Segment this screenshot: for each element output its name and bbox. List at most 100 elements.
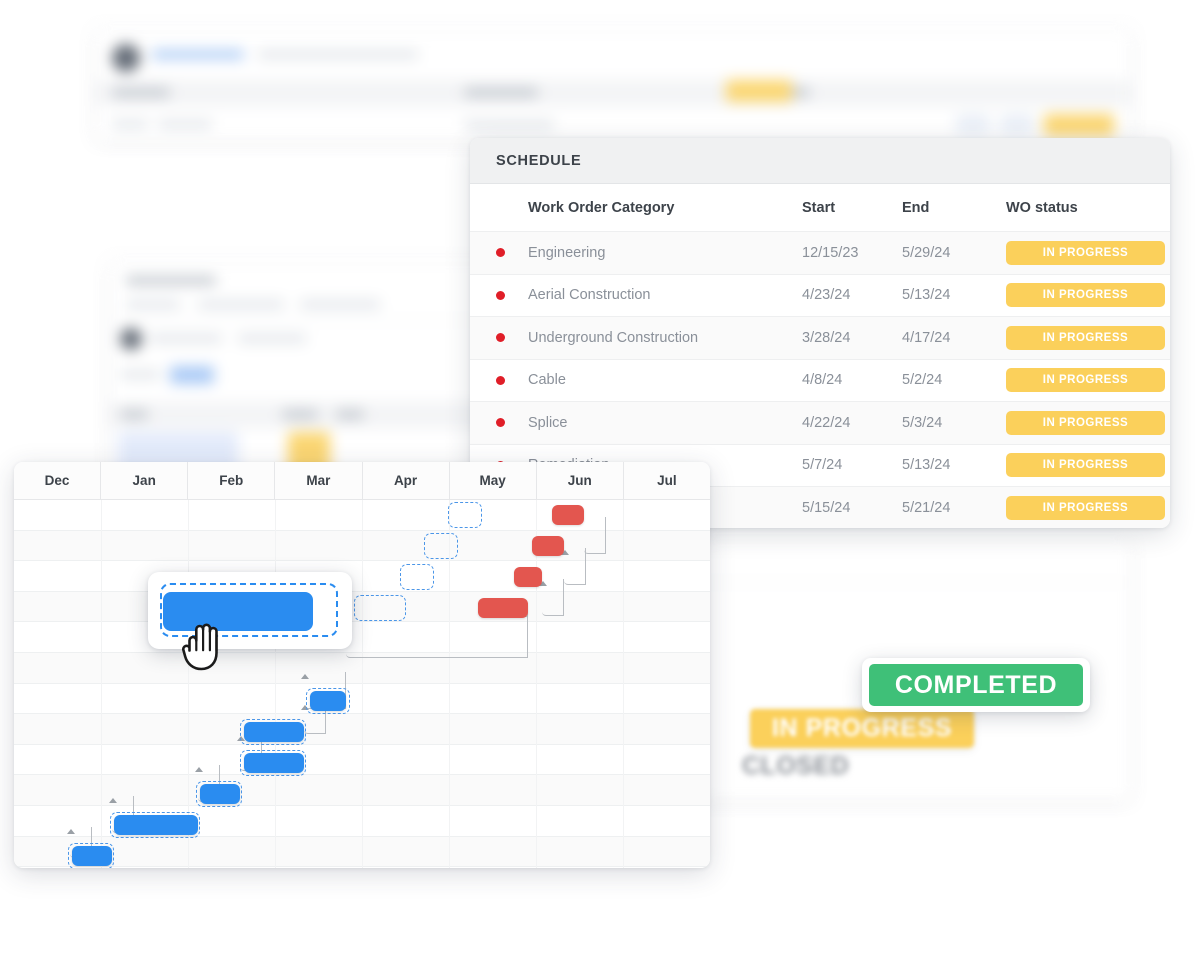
cell-status: IN PROGRESS <box>1006 283 1170 308</box>
status-badge[interactable]: IN PROGRESS <box>1006 495 1165 520</box>
cell-start: 5/7/24 <box>802 457 843 474</box>
background-blue-chip <box>170 366 214 384</box>
row-status-dot <box>496 418 528 428</box>
status-chip-completed-label: COMPLETED <box>894 670 1058 699</box>
gantt-month-mar[interactable]: Mar <box>275 462 363 499</box>
screenshot-stage: SCHEDULE Work Order Category Start End W… <box>0 0 1200 959</box>
background-col-2 <box>464 88 538 97</box>
background-chip-2 <box>1000 114 1034 134</box>
background-tab-3 <box>300 300 380 309</box>
gantt-connector-arrow <box>67 829 75 834</box>
background-title-text <box>258 50 418 59</box>
table-row[interactable]: Aerial Construction 4/23/24 5/13/24 IN P… <box>470 275 1170 317</box>
cell-start: 4/8/24 <box>802 372 843 389</box>
background-link-text <box>152 50 244 59</box>
table-row[interactable]: Splice 4/22/24 5/3/24 IN PROGRESS <box>470 402 1170 445</box>
gantt-bar[interactable] <box>200 784 240 804</box>
background-table-header <box>96 80 1130 106</box>
cell-status: IN PROGRESS <box>1006 240 1170 265</box>
status-badge[interactable]: IN PROGRESS <box>1006 325 1165 350</box>
gantt-bar[interactable] <box>72 846 112 866</box>
gantt-bar-late[interactable] <box>532 536 564 556</box>
row-status-dot <box>496 248 528 258</box>
status-badge[interactable]: IN PROGRESS <box>1006 283 1165 308</box>
gantt-month-jan[interactable]: Jan <box>101 462 189 499</box>
schedule-panel-header: SCHEDULE <box>470 138 1170 184</box>
row-status-dot <box>496 375 528 385</box>
gantt-baseline-ghost <box>400 564 434 590</box>
background-cell-1 <box>112 120 148 129</box>
status-badge[interactable]: IN PROGRESS <box>1006 368 1165 393</box>
cell-status: IN PROGRESS <box>1006 453 1170 478</box>
gantt-grid <box>14 500 710 868</box>
cell-status: IN PROGRESS <box>1006 368 1170 393</box>
gantt-bar[interactable] <box>310 691 346 711</box>
cell-end: 5/29/24 <box>902 244 951 261</box>
table-row[interactable]: Cable 4/8/24 5/2/24 IN PROGRESS <box>470 360 1170 402</box>
column-header-category: Work Order Category <box>528 199 675 216</box>
background-cell-2 <box>158 120 212 129</box>
cell-start: 12/15/23 <box>802 244 859 261</box>
gantt-connector-arrow <box>195 767 203 772</box>
gantt-month-header: Dec Jan Feb Mar Apr May Jun Jul <box>14 462 710 500</box>
schedule-panel-title: SCHEDULE <box>496 152 582 169</box>
gantt-baseline-ghost <box>354 595 406 621</box>
column-header-start: Start <box>802 199 836 216</box>
column-header-end: End <box>902 199 930 216</box>
cell-category: Cable <box>528 372 566 389</box>
cell-end: 5/13/24 <box>902 287 951 304</box>
status-chip-closed: CLOSED <box>742 752 922 788</box>
cell-status: IN PROGRESS <box>1006 325 1170 350</box>
gantt-month-apr[interactable]: Apr <box>363 462 450 499</box>
gantt-gridline <box>362 500 363 868</box>
background-section-title <box>126 276 216 285</box>
avatar <box>112 44 140 72</box>
background-tab-1 <box>126 300 180 309</box>
background-cell-3 <box>464 120 554 129</box>
status-chip-in-progress-label: IN PROGRESS <box>771 714 953 742</box>
background-sub-col-2 <box>282 410 318 419</box>
cell-end: 4/17/24 <box>902 329 951 346</box>
background-row-meta <box>238 334 306 343</box>
gantt-month-jul[interactable]: Jul <box>624 462 710 499</box>
cell-status: IN PROGRESS <box>1006 495 1170 520</box>
cell-start: 3/28/24 <box>802 329 851 346</box>
table-row[interactable]: Engineering 12/15/23 5/29/24 IN PROGRESS <box>470 232 1170 275</box>
background-status-chip <box>1044 114 1114 136</box>
row-status-dot <box>496 290 528 300</box>
status-badge[interactable]: IN PROGRESS <box>1006 410 1165 435</box>
gantt-bar-late[interactable] <box>514 567 542 587</box>
gantt-bar-late[interactable] <box>552 505 584 525</box>
gantt-baseline-ghost <box>424 533 458 559</box>
background-row-name <box>150 334 222 343</box>
gantt-bar[interactable] <box>244 753 304 773</box>
row-status-dot <box>496 333 528 343</box>
background-label <box>120 370 160 379</box>
gantt-bar-late[interactable] <box>478 598 528 618</box>
gantt-month-may[interactable]: May <box>450 462 537 499</box>
table-row[interactable]: Underground Construction 3/28/24 4/17/24… <box>470 317 1170 360</box>
gantt-month-feb[interactable]: Feb <box>188 462 276 499</box>
cell-category: Engineering <box>528 244 606 261</box>
grab-hand-cursor-icon <box>182 623 218 671</box>
gantt-bar[interactable] <box>244 722 304 742</box>
background-header-card <box>96 30 1130 140</box>
column-header-status: WO status <box>1006 199 1078 216</box>
cell-category: Underground Construction <box>528 329 699 346</box>
gantt-chart-panel: Dec Jan Feb Mar Apr May Jun Jul <box>14 462 710 868</box>
background-col-1 <box>112 88 170 97</box>
background-tab-2 <box>198 300 284 309</box>
status-badge[interactable]: IN PROGRESS <box>1006 453 1165 478</box>
gantt-connector-arrow <box>109 798 117 803</box>
status-chip-completed[interactable]: COMPLETED <box>869 664 1083 706</box>
gantt-month-dec[interactable]: Dec <box>14 462 102 499</box>
cell-end: 5/21/24 <box>902 499 951 516</box>
gantt-connector-arrow <box>301 674 309 679</box>
status-badge[interactable]: IN PROGRESS <box>1006 240 1165 265</box>
gantt-connector <box>584 517 606 554</box>
gantt-bar[interactable] <box>114 815 198 835</box>
cell-end: 5/3/24 <box>902 414 943 431</box>
cell-start: 5/15/24 <box>802 499 851 516</box>
gantt-month-jun[interactable]: Jun <box>537 462 624 499</box>
gantt-gridline <box>275 500 276 868</box>
